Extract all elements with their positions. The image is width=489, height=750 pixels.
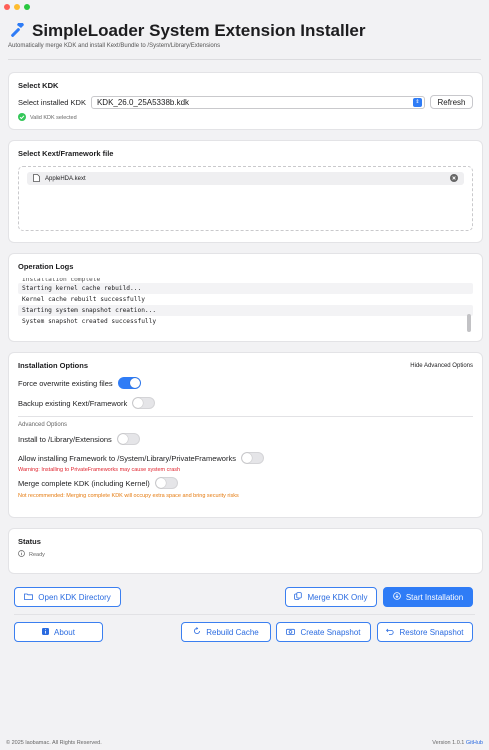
app-title: SimpleLoader System Extension Installer (32, 21, 366, 40)
document-icon (33, 173, 40, 184)
refresh-button[interactable]: Refresh (430, 95, 473, 109)
kdk-status-text: Valid KDK selected (30, 115, 77, 121)
about-button[interactable]: About (14, 622, 103, 642)
camera-icon (286, 628, 296, 637)
window-titlebar (0, 0, 489, 13)
about-label: About (54, 627, 75, 637)
undo-arrow-icon (386, 628, 395, 637)
header-divider (8, 59, 481, 60)
restore-snapshot-label: Restore Snapshot (399, 627, 464, 637)
kdk-select-value: KDK_26.0_25A5338b.kdk (96, 97, 190, 107)
merge-kdk-only-label: Merge KDK Only (307, 592, 368, 602)
file-list-item[interactable]: AppleHDA.kext (27, 172, 464, 185)
options-divider (18, 416, 473, 417)
close-window-button[interactable] (4, 3, 10, 10)
kext-drop-zone[interactable]: AppleHDA.kext (18, 166, 473, 231)
log-view[interactable]: Installation complete Starting kernel ca… (18, 278, 473, 336)
actions-divider (14, 614, 475, 615)
merge-kdk-toggle[interactable] (154, 477, 178, 489)
kdk-select[interactable]: KDK_26.0_25A5338b.kdk ⇕ (90, 95, 425, 109)
copyright-text: © 2025 laobamac. All Rights Reserved. (6, 740, 102, 746)
private-frameworks-label: Allow installing Framework to /System/Li… (18, 453, 236, 463)
info-circle-icon (18, 550, 25, 559)
merge-kdk-only-button[interactable]: Merge KDK Only (285, 587, 377, 607)
refresh-button-label: Refresh (437, 97, 466, 107)
log-line: Kernel cache rebuilt successfully (22, 296, 145, 303)
version-text: Version 1.0.1 (432, 740, 465, 746)
rebuild-cache-button[interactable]: Rebuild Cache (181, 622, 271, 642)
folder-icon (24, 593, 34, 602)
advanced-options-toggle-link[interactable]: Hide Advanced Options (410, 363, 473, 369)
merge-kdk-warning: Not recommended: Merging complete KDK wi… (18, 493, 239, 499)
log-line: System snapshot created successfully (22, 318, 157, 325)
backup-toggle[interactable] (132, 397, 156, 409)
app-header: SimpleLoader System Extension Installer … (0, 13, 489, 60)
remove-file-icon[interactable] (450, 173, 458, 184)
kdk-select-label: Select installed KDK (18, 97, 86, 107)
merge-kdk-label: Merge complete KDK (including Kernel) (18, 478, 150, 488)
open-kdk-directory-button[interactable]: Open KDK Directory (14, 587, 121, 607)
logs-card: Operation Logs Installation complete Sta… (8, 253, 483, 342)
options-card: Installation Options Hide Advanced Optio… (8, 352, 483, 518)
logs-section-title: Operation Logs (18, 262, 74, 271)
github-link[interactable]: GitHub (466, 740, 483, 746)
backup-label: Backup existing Kext/Framework (18, 398, 128, 408)
restore-snapshot-button[interactable]: Restore Snapshot (377, 622, 473, 642)
kdk-section-title: Select KDK (18, 81, 59, 90)
info-square-icon (42, 627, 50, 637)
log-line: Starting system snapshot creation... (18, 305, 473, 316)
minimize-window-button[interactable] (14, 3, 20, 10)
start-installation-label: Start Installation (405, 592, 464, 602)
app-footer: © 2025 laobamac. All Rights Reserved. Ve… (0, 736, 489, 750)
download-circle-icon (393, 592, 401, 602)
options-section-title: Installation Options (18, 361, 89, 370)
zoom-window-button[interactable] (24, 3, 30, 10)
create-snapshot-button[interactable]: Create Snapshot (276, 622, 371, 642)
rebuild-cache-label: Rebuild Cache (206, 627, 259, 637)
install-library-label: Install to /Library/Extensions (18, 434, 112, 444)
merge-icon (294, 592, 303, 602)
kext-section-title: Select Kext/Framework file (18, 149, 114, 158)
start-installation-button[interactable]: Start Installation (383, 587, 473, 607)
log-scrollbar[interactable] (467, 314, 471, 332)
private-frameworks-toggle[interactable] (240, 452, 264, 464)
log-line: Starting kernel cache rebuild... (18, 283, 473, 294)
kext-card: Select Kext/Framework file AppleHDA.kext (8, 140, 483, 243)
install-library-toggle[interactable] (116, 433, 140, 445)
status-section-title: Status (18, 537, 41, 546)
file-name: AppleHDA.kext (45, 175, 86, 182)
chevron-updown-icon: ⇕ (413, 97, 422, 107)
open-kdk-directory-label: Open KDK Directory (38, 592, 111, 602)
refresh-arrow-icon (193, 627, 201, 637)
status-text: Ready (29, 551, 45, 558)
create-snapshot-label: Create Snapshot (300, 627, 361, 637)
status-card: Status Ready (8, 528, 483, 574)
kdk-card: Select KDK Select installed KDK KDK_26.0… (8, 72, 483, 130)
hammer-icon (8, 21, 26, 41)
app-subtitle: Automatically merge KDK and install Kext… (8, 43, 221, 49)
advanced-options-heading: Advanced Options (18, 422, 68, 428)
force-overwrite-label: Force overwrite existing files (18, 378, 113, 388)
private-frameworks-warning: Warning: Installing to PrivateFrameworks… (18, 467, 181, 473)
checkmark-circle-icon (18, 113, 26, 123)
force-overwrite-toggle[interactable] (117, 377, 141, 389)
